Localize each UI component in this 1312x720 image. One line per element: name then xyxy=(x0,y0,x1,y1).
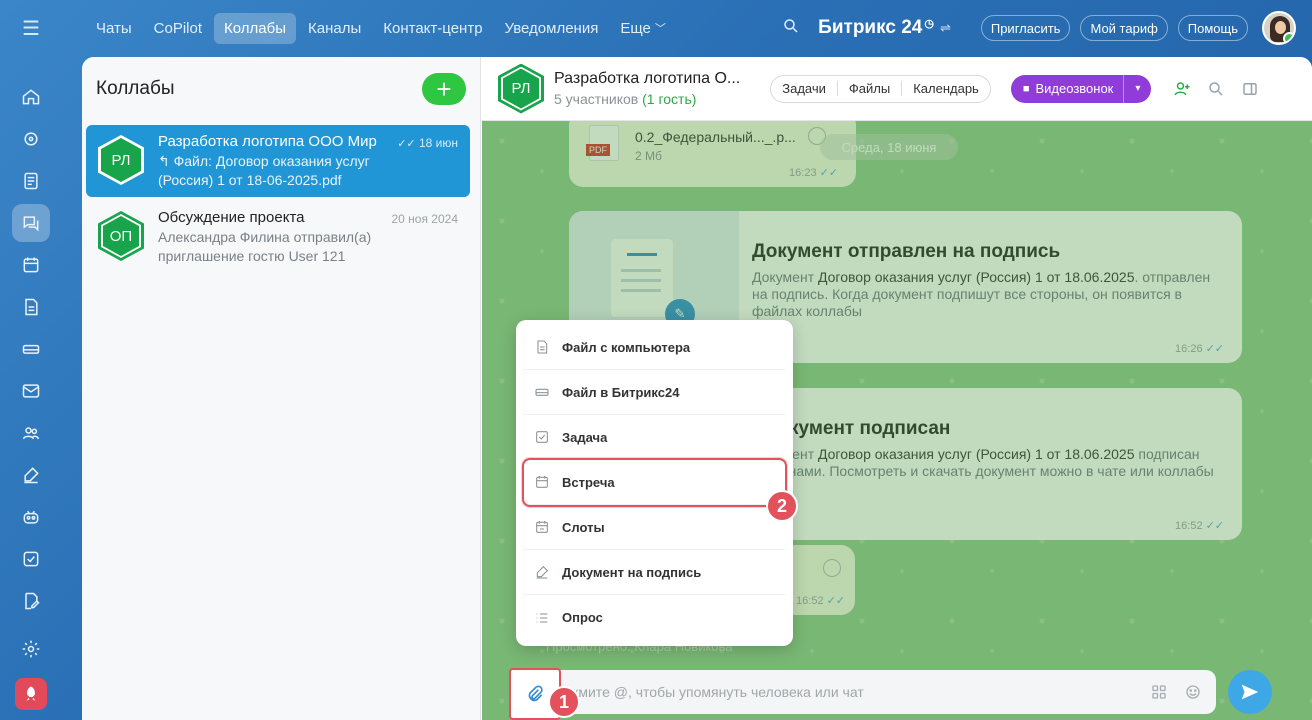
chat-date: 20 ноя 2024 xyxy=(391,212,458,226)
collab-avatar: ОП xyxy=(98,211,144,261)
help-button[interactable]: Помощь xyxy=(1177,15,1248,41)
tab-tasks[interactable]: Задачи xyxy=(771,81,838,96)
settings-icon[interactable] xyxy=(12,630,50,668)
left-rail: ☰ xyxy=(0,0,62,720)
list-item[interactable]: ОП Обсуждение проекта 20 ноя 2024 Алекса… xyxy=(86,201,470,273)
tab-notifications[interactable]: Уведомления xyxy=(495,13,609,44)
collab-list-title: Коллабы xyxy=(96,78,175,99)
chats-icon[interactable] xyxy=(12,204,50,242)
drive-icon xyxy=(535,388,549,396)
chevron-down-icon[interactable]: ▾ xyxy=(1123,74,1151,103)
groups-icon[interactable] xyxy=(12,414,50,452)
top-bar: Чаты CoPilot Коллабы Каналы Контакт-цент… xyxy=(62,0,1312,56)
search-icon[interactable] xyxy=(1207,80,1225,98)
tasks-icon[interactable] xyxy=(12,540,50,578)
collab-list: Коллабы + РЛ Разработка логотипа ООО Мир… xyxy=(82,57,481,720)
settings-sliders-icon[interactable]: ⇌ xyxy=(940,20,951,36)
brand-logo[interactable]: Битрикс 24 ◷ ⇌ xyxy=(818,17,951,39)
brand-name: Битрикс 24 xyxy=(818,17,923,38)
online-status-icon xyxy=(1283,32,1294,43)
feed-icon[interactable] xyxy=(12,162,50,200)
read-checks-icon: ✓✓ xyxy=(397,138,416,150)
poll-icon xyxy=(536,612,548,623)
meeting-icon xyxy=(536,476,548,488)
chat-preview: ↰ Файл: Договор оказания услуг (Россия) 1… xyxy=(158,153,370,188)
menu-item-file-bitrix[interactable]: Файл в Битрикс24 xyxy=(524,370,785,415)
message-input[interactable]: жмите @, чтобы упомянуть человека или ча… xyxy=(557,670,1216,714)
edit-icon[interactable] xyxy=(12,582,50,620)
chat-sections: Задачи Файлы Календарь xyxy=(770,74,991,103)
tariff-button[interactable]: Мой тариф xyxy=(1080,15,1168,41)
slots-icon xyxy=(536,521,548,533)
top-nav: Чаты CoPilot Коллабы Каналы Контакт-цент… xyxy=(86,12,678,44)
add-collab-button[interactable]: + xyxy=(422,73,466,105)
collab-list-header: Коллабы + xyxy=(82,57,480,121)
sign-icon xyxy=(536,565,549,579)
menu-item-slots[interactable]: Слоты xyxy=(524,505,785,550)
tab-copilot[interactable]: CoPilot xyxy=(144,13,212,44)
tab-channels[interactable]: Каналы xyxy=(298,13,371,44)
tab-collabs[interactable]: Коллабы xyxy=(214,12,297,44)
tab-more[interactable]: Еще ﹀ xyxy=(610,13,676,44)
chat-title-block[interactable]: Разработка логотипа О... 5 участников (1… xyxy=(554,70,740,107)
file-icon xyxy=(537,340,548,354)
send-button[interactable] xyxy=(1228,670,1272,714)
menu-icon[interactable]: ☰ xyxy=(13,16,49,40)
chat-preview: Александра Филина отправил(а) приглашение… xyxy=(158,229,372,264)
video-call-button[interactable]: ■ Видеозвонок ▾ xyxy=(1010,74,1152,103)
tab-calendar[interactable]: Календарь xyxy=(902,81,990,96)
home-icon[interactable] xyxy=(12,78,50,116)
video-call-label: Видеозвонок xyxy=(1035,81,1114,96)
menu-item-task[interactable]: Задача xyxy=(524,415,785,460)
step-marker-2: 2 xyxy=(766,490,798,522)
composer: жмите @, чтобы упомянуть человека или ча… xyxy=(509,668,1272,720)
list-item[interactable]: РЛ Разработка логотипа ООО Мир ✓✓ 18 июн… xyxy=(86,125,470,197)
camera-icon: ■ xyxy=(1022,82,1030,95)
top-right: Битрикс 24 ◷ ⇌ Пригласить Мой тариф Помощь xyxy=(782,11,1296,45)
apps-icon[interactable] xyxy=(1150,683,1168,701)
menu-item-meeting[interactable]: Встреча xyxy=(522,458,787,507)
tab-chats[interactable]: Чаты xyxy=(86,13,142,44)
calendar-icon[interactable] xyxy=(12,246,50,284)
chevron-down-icon: ﹀ xyxy=(654,23,666,35)
send-icon xyxy=(1241,684,1259,700)
docs-icon[interactable] xyxy=(12,288,50,326)
chat-title: Разработка логотипа О... xyxy=(554,70,741,87)
menu-item-file-computer[interactable]: Файл с компьютера xyxy=(524,325,785,370)
more-label: Еще xyxy=(620,19,651,37)
rocket-icon[interactable] xyxy=(15,678,47,710)
chat-header: РЛ Разработка логотипа О... 5 участников… xyxy=(482,57,1312,121)
paperclip-icon xyxy=(528,685,543,702)
attach-menu: Файл с компьютера Файл в Битрикс24 Задач… xyxy=(516,320,793,646)
message-placeholder: жмите @, чтобы упомянуть человека или ча… xyxy=(569,684,864,700)
tab-contact-center[interactable]: Контакт-центр xyxy=(373,13,492,44)
copilot-icon[interactable] xyxy=(12,120,50,158)
emoji-icon[interactable] xyxy=(1184,683,1202,701)
clock-icon: ◷ xyxy=(924,17,934,30)
drive-icon[interactable] xyxy=(12,330,50,368)
task-icon xyxy=(536,431,548,443)
tab-files[interactable]: Файлы xyxy=(838,81,903,96)
step-marker-1: 1 xyxy=(548,686,580,718)
chat-members[interactable]: 5 участников (1 гость) xyxy=(554,91,740,107)
bot-icon[interactable] xyxy=(12,498,50,536)
menu-item-poll[interactable]: Опрос xyxy=(524,595,785,640)
mail-icon[interactable] xyxy=(12,372,50,410)
menu-item-sign-document[interactable]: Документ на подпись xyxy=(524,550,785,595)
add-user-icon[interactable] xyxy=(1173,80,1191,98)
sidebar-toggle-icon[interactable] xyxy=(1241,80,1259,98)
chat-avatar: РЛ xyxy=(498,63,544,114)
collab-avatar: РЛ xyxy=(98,135,144,185)
chat-date: ✓✓ 18 июн xyxy=(397,136,458,150)
chat-header-actions xyxy=(1173,80,1275,98)
invite-button[interactable]: Пригласить xyxy=(980,15,1071,41)
sign-icon[interactable] xyxy=(12,456,50,494)
user-avatar[interactable] xyxy=(1262,11,1296,45)
search-icon[interactable] xyxy=(782,17,800,40)
